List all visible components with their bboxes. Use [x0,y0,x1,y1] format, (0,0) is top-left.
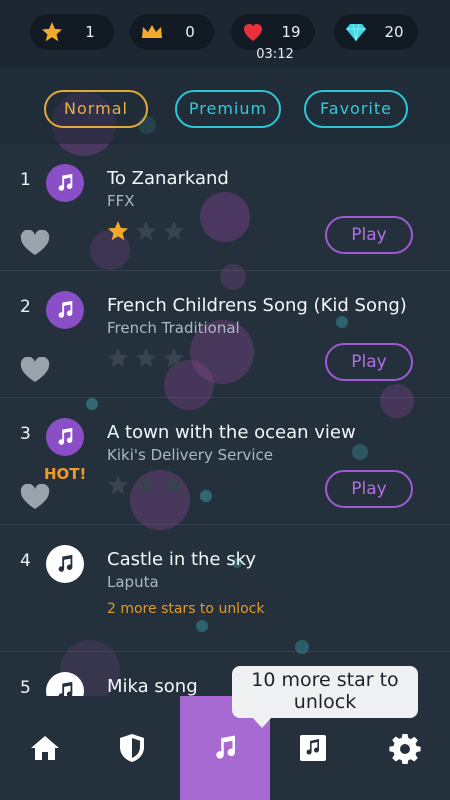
song-number: 4 [20,551,31,571]
play-button[interactable]: Play [325,470,413,508]
music-album-icon [300,735,326,761]
home-icon [31,736,59,760]
tooltip-line-2: unlock [293,691,357,713]
stars-counter: 1 [30,14,114,50]
song-title: French Childrens Song (Kid Song) [107,295,407,316]
favorite-heart-icon[interactable] [20,230,50,256]
unlock-tooltip: 10 more star to unlock [232,666,418,728]
crowns-counter: 0 [130,14,214,50]
song-row: 1 To Zanarkand FFX Play [0,144,450,271]
music-note-icon [216,735,236,759]
song-title: Mika song [107,676,198,696]
star-rating [108,475,184,495]
star-rating [108,348,184,368]
song-row: 3 HOT! A town with the ocean view Kiki's… [0,398,450,525]
lives-timer: 03:12 [256,47,294,62]
favorite-heart-icon[interactable] [20,357,50,383]
stars-count: 1 [85,23,95,41]
diamonds-counter[interactable]: 20 [334,14,418,50]
crowns-count: 0 [185,23,195,41]
song-artist: Kiki's Delivery Service [107,446,274,464]
star-icon [42,22,62,42]
song-title: A town with the ocean view [107,422,356,443]
music-note-icon [46,545,84,583]
shield-icon [120,734,144,762]
crown-icon [142,25,162,38]
nav-shield[interactable] [87,696,177,800]
song-title: To Zanarkand [107,168,229,189]
tooltip-tail [252,717,272,728]
nav-home[interactable] [0,696,90,800]
music-note-icon [46,164,84,202]
song-row: 2 French Childrens Song (Kid Song) Frenc… [0,271,450,398]
music-note-icon [46,418,84,456]
lives-count: 19 [281,23,301,41]
tab-premium[interactable]: Premium [175,90,281,128]
diamonds-count: 20 [384,23,404,41]
song-number: 1 [20,170,31,190]
tab-normal[interactable]: Normal [44,90,148,128]
song-artist: Laputa [107,573,159,591]
heart-icon [244,23,262,41]
song-artist: FFX [107,192,135,210]
star-rating [108,221,184,241]
diamond-icon [346,23,366,42]
favorite-heart-icon[interactable] [20,484,50,510]
hot-badge: HOT! [44,465,87,483]
filter-tabs: Normal Premium Favorite [0,68,450,144]
stats-bar: 1 0 19 20 03:12 [0,0,450,68]
play-button[interactable]: Play [325,343,413,381]
lives-counter: 19 [231,14,315,50]
play-button[interactable]: Play [325,216,413,254]
song-artist: French Traditional [107,319,240,337]
music-note-icon [46,672,84,696]
tooltip-line-1: 10 more star to [251,669,399,691]
song-row-locked: 4 Castle in the sky Laputa 2 more stars … [0,525,450,652]
gear-icon [389,734,421,764]
song-number: 5 [20,678,31,696]
tab-favorite[interactable]: Favorite [304,90,408,128]
song-number: 3 [20,424,31,444]
music-note-icon [46,291,84,329]
song-number: 2 [20,297,31,317]
song-list: 1 To Zanarkand FFX Play 2 French Childre… [0,144,450,696]
song-title: Castle in the sky [107,549,257,570]
unlock-requirement: 2 more stars to unlock [107,601,265,617]
